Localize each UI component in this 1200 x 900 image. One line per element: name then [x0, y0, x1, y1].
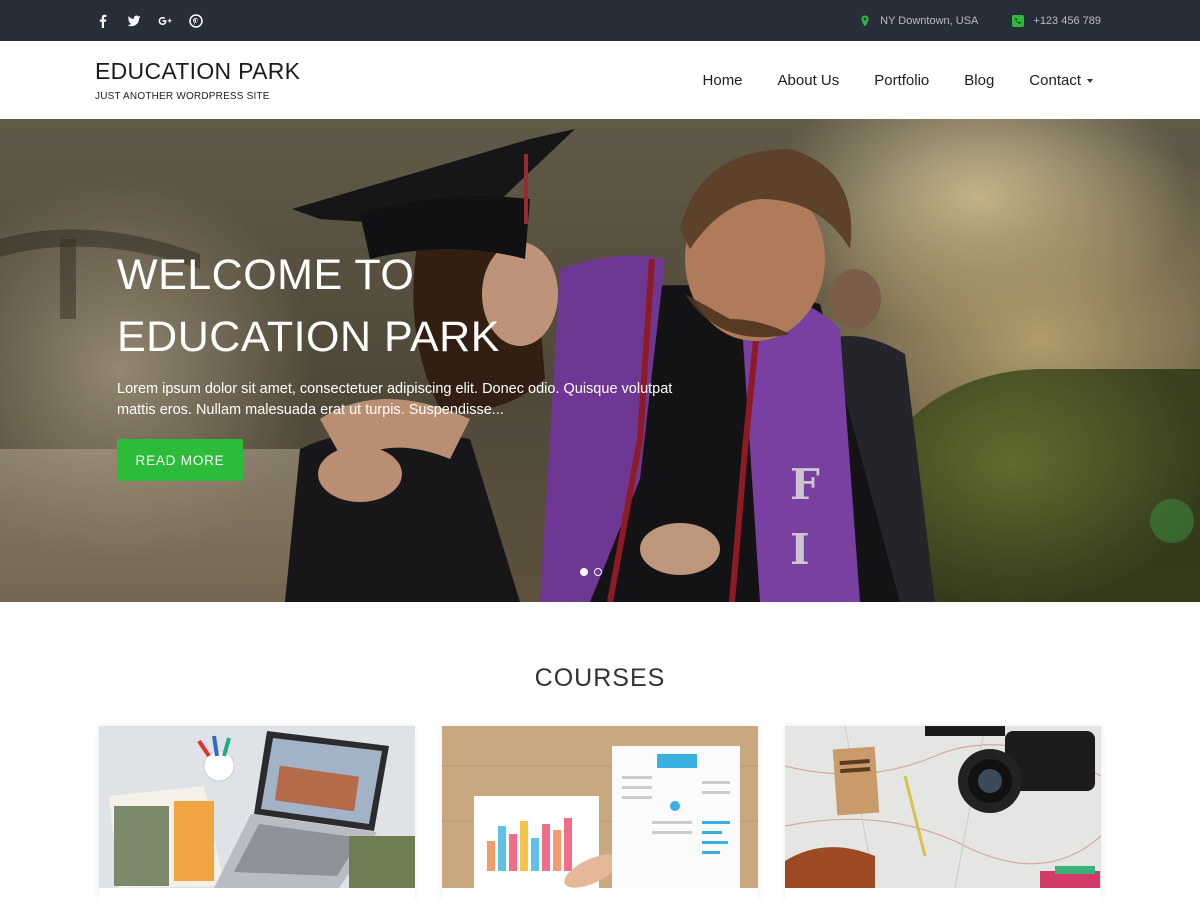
nav-portfolio-label: Portfolio — [874, 71, 930, 89]
phone-text: +123 456 789 — [1033, 14, 1101, 27]
course-card[interactable] — [785, 726, 1101, 900]
contact-info: NY Downtown, USA +123 456 789 — [859, 0, 1101, 41]
hero-title-line-2: EDUCATION PARK — [117, 313, 500, 361]
brand[interactable]: EDUCATION PARK JUST ANOTHER WORDPRESS SI… — [95, 58, 300, 102]
nav-blog-label: Blog — [964, 71, 995, 89]
scroll-top-hint — [1150, 499, 1194, 543]
slider-dot-1[interactable] — [580, 568, 588, 576]
nav-contact[interactable]: Contact — [1029, 72, 1093, 89]
course-card[interactable] — [442, 726, 758, 900]
nav-portfolio[interactable]: Portfolio — [874, 72, 929, 89]
nav-blog[interactable]: Blog — [964, 72, 994, 89]
phone-item: +123 456 789 — [1012, 14, 1101, 27]
nav-home-label: Home — [702, 71, 743, 89]
hero-description: Lorem ipsum dolor sit amet, consectetuer… — [117, 381, 673, 418]
pinterest-icon[interactable] — [189, 13, 203, 28]
nav-home[interactable]: Home — [703, 72, 743, 89]
nav-contact-label: Contact — [1029, 71, 1081, 89]
course-card[interactable] — [99, 726, 415, 900]
courses-heading: COURSES — [534, 664, 666, 692]
location-item: NY Downtown, USA — [859, 15, 978, 27]
google-plus-icon[interactable] — [158, 14, 172, 28]
site-tagline: JUST ANOTHER WORDPRESS SITE — [95, 91, 270, 102]
hero-title-line-1: WELCOME TO — [117, 251, 415, 299]
hero-title: WELCOME TO EDUCATION PARK — [117, 244, 677, 368]
hero-content: WELCOME TO EDUCATION PARK Lorem ipsum do… — [117, 244, 677, 481]
courses-list — [99, 726, 1101, 900]
slider-dot-2[interactable] — [594, 568, 602, 576]
caret-down-icon — [1087, 78, 1093, 83]
social-links — [96, 0, 220, 41]
phone-icon — [1012, 14, 1025, 27]
twitter-icon[interactable] — [127, 14, 141, 28]
course-image-charts[interactable] — [442, 726, 758, 888]
map-marker-icon — [861, 15, 869, 26]
slider-pagination — [580, 568, 608, 576]
nav-about-us[interactable]: About Us — [778, 72, 840, 89]
hero-slider: F I WELCOME TO EDUCATION PARK Lorem ipsu… — [0, 119, 1200, 602]
top-bar: NY Downtown, USA +123 456 789 — [0, 0, 1200, 41]
facebook-icon[interactable] — [96, 14, 110, 28]
nav-about-us-label: About Us — [777, 71, 840, 89]
course-image-laptop[interactable] — [99, 726, 415, 888]
main-nav: Home About Us Portfolio Blog Contact — [703, 41, 1093, 119]
site-header: EDUCATION PARK JUST ANOTHER WORDPRESS SI… — [0, 41, 1200, 119]
course-image-map[interactable] — [785, 726, 1101, 888]
read-more-button[interactable]: READ MORE — [117, 439, 243, 481]
location-text: NY Downtown, USA — [880, 14, 979, 27]
site-title[interactable]: EDUCATION PARK — [95, 58, 300, 85]
